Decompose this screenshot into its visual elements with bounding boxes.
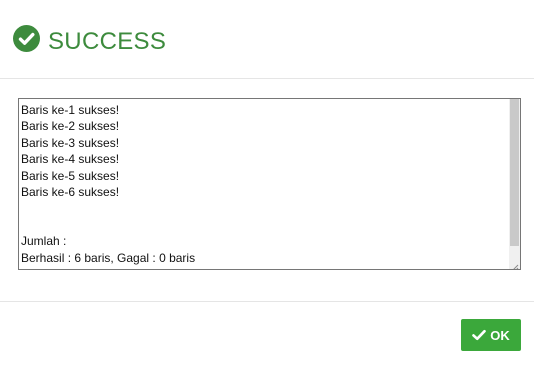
result-log-textarea[interactable]: Baris ke-1 sukses! Baris ke-2 sukses! Ba… [18, 98, 521, 270]
log-line: Baris ke-4 sukses! [21, 152, 120, 167]
check-icon [472, 329, 487, 341]
log-line: Baris ke-1 sukses! [21, 103, 120, 117]
log-blank-space [21, 200, 507, 233]
dialog-footer [0, 301, 534, 365]
ok-button-label: OK [490, 327, 510, 343]
check-circle-icon [13, 25, 40, 52]
success-dialog: SUCCESS Baris ke-1 sukses! Baris ke-2 su… [0, 0, 534, 365]
log-content: Baris ke-1 sukses! Baris ke-2 sukses! Ba… [21, 102, 507, 266]
summary-text: Berhasil : 6 baris, Gagal : 0 baris [21, 250, 196, 265]
scrollbar-thumb[interactable] [510, 99, 519, 246]
log-line: Baris ke-5 sukses! [21, 168, 120, 183]
dialog-title: SUCCESS [48, 28, 167, 55]
log-line: Baris ke-6 sukses! [21, 184, 120, 199]
dialog-header: SUCCESS [0, 0, 534, 79]
log-line: Baris ke-3 sukses! [21, 135, 120, 150]
ok-button[interactable]: OK [461, 319, 521, 351]
resize-grip-icon[interactable] [510, 259, 519, 269]
vertical-scrollbar[interactable] [509, 99, 520, 269]
log-line: Baris ke-2 sukses! [21, 119, 120, 134]
summary-label: Jumlah : [21, 234, 67, 249]
